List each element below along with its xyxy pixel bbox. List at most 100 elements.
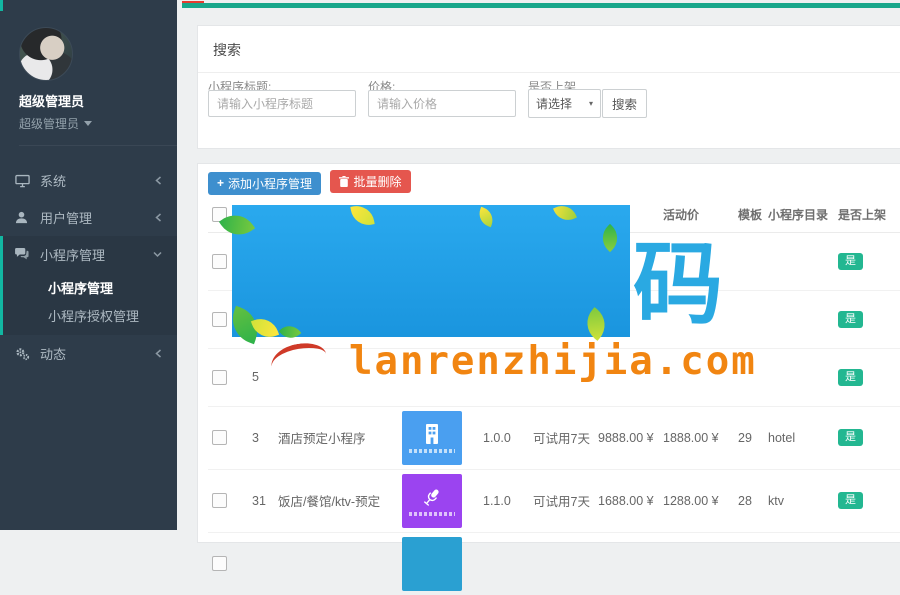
row-checkbox-cell bbox=[208, 406, 248, 469]
column-header: 是否上架 bbox=[834, 198, 900, 233]
user-panel: 超级管理员 超级管理员 bbox=[0, 0, 177, 146]
cell-price bbox=[594, 290, 659, 348]
table-panel: +添加小程序管理 批量删除 ID小程序标题展示图片版本号体验天数价格活动价模板小… bbox=[197, 163, 900, 543]
sidebar-subitem-miniprogram-management[interactable]: 小程序管理 bbox=[0, 273, 177, 301]
column-header: 版本号 bbox=[479, 198, 529, 233]
column-header: 活动价 bbox=[659, 198, 734, 233]
cell-days bbox=[529, 290, 594, 348]
cell-title: 酒店预定小程序 bbox=[274, 406, 396, 469]
thumbnail-caption bbox=[409, 512, 455, 516]
search-panel-title: 搜索 bbox=[198, 26, 900, 73]
cell-id: 31 bbox=[248, 469, 274, 532]
listed-badge: 是 bbox=[838, 253, 863, 270]
cell-directory bbox=[764, 232, 834, 290]
batch-delete-button[interactable]: 批量删除 bbox=[330, 170, 410, 193]
cell-days bbox=[529, 348, 594, 406]
listed-select[interactable]: 请选择 ▾ bbox=[528, 89, 601, 118]
row-checkbox[interactable] bbox=[212, 493, 227, 508]
chevron-left-icon bbox=[155, 213, 162, 222]
delete-button-label: 批量删除 bbox=[353, 173, 401, 190]
cell-version bbox=[479, 232, 529, 290]
cell-template bbox=[734, 532, 764, 595]
table-row: 是28 bbox=[208, 290, 900, 348]
select-all-checkbox[interactable] bbox=[212, 207, 227, 222]
column-header: 模板 bbox=[734, 198, 764, 233]
comments-icon bbox=[15, 248, 40, 261]
column-header: 小程序目录 bbox=[764, 198, 834, 233]
miniprogram-thumbnail bbox=[402, 537, 462, 591]
row-checkbox-cell bbox=[208, 532, 248, 595]
cell-listed: 是 bbox=[834, 290, 900, 348]
caret-down-icon: ▾ bbox=[589, 99, 593, 108]
sidebar-item-label: 系统 bbox=[40, 171, 66, 190]
cell-days bbox=[529, 232, 594, 290]
sidebar-section-miniprogram: 小程序管理 小程序管理 小程序授权管理 bbox=[0, 236, 177, 335]
row-checkbox-cell bbox=[208, 290, 248, 348]
row-checkbox-cell bbox=[208, 348, 248, 406]
caret-down-icon bbox=[84, 121, 92, 126]
sidebar-accent-strip bbox=[0, 0, 3, 11]
user-avatar bbox=[19, 27, 73, 81]
column-header: 小程序标题 bbox=[274, 198, 396, 233]
cell-template bbox=[734, 290, 764, 348]
row-checkbox[interactable] bbox=[212, 312, 227, 327]
cell-id: 5 bbox=[248, 348, 274, 406]
listed-select-value: 请选择 bbox=[536, 95, 572, 112]
row-checkbox[interactable] bbox=[212, 370, 227, 385]
row-checkbox[interactable] bbox=[212, 254, 227, 269]
title-search-input[interactable] bbox=[208, 90, 356, 117]
sidebar-item-system[interactable]: 系统 bbox=[0, 162, 177, 199]
cell-listed bbox=[834, 532, 900, 595]
cogs-icon bbox=[15, 347, 40, 361]
cell-template: 29 bbox=[734, 406, 764, 469]
table-row: 3酒店预定小程序1.0.0可试用7天9888.00 ¥1888.00 ¥29ho… bbox=[208, 406, 900, 469]
cell-price: 9888.00 ¥ bbox=[594, 406, 659, 469]
search-panel: 搜索 小程序标题: 价格: 是否上架 请选择 ▾ 搜索 bbox=[197, 25, 900, 149]
sidebar-subitem-label: 小程序授权管理 bbox=[48, 306, 139, 325]
cell-id bbox=[248, 290, 274, 348]
cell-price bbox=[594, 232, 659, 290]
sidebar-item-dynamics[interactable]: 动态 bbox=[0, 335, 177, 372]
table-row: 31饭店/餐馆/ktv-预定1.1.0可试用7天1688.00 ¥1288.00… bbox=[208, 469, 900, 532]
cell-title bbox=[274, 290, 396, 348]
miniprogram-table: ID小程序标题展示图片版本号体验天数价格活动价模板小程序目录是否上架排序 是 29… bbox=[208, 198, 900, 595]
cell-listed: 是 bbox=[834, 348, 900, 406]
cell-directory bbox=[764, 290, 834, 348]
table-header-row: ID小程序标题展示图片版本号体验天数价格活动价模板小程序目录是否上架排序 bbox=[208, 198, 900, 233]
sidebar-subitem-miniprogram-auth-management[interactable]: 小程序授权管理 bbox=[0, 301, 177, 329]
column-header: 体验天数 bbox=[529, 198, 594, 233]
column-header: ID bbox=[248, 198, 274, 233]
cell-id bbox=[248, 532, 274, 595]
cell-version bbox=[479, 290, 529, 348]
search-button-label: 搜索 bbox=[612, 94, 637, 113]
cell-image bbox=[396, 348, 479, 406]
cell-template bbox=[734, 348, 764, 406]
cell-directory: hotel bbox=[764, 406, 834, 469]
cell-version: 1.1.0 bbox=[479, 469, 529, 532]
cell-directory: ktv bbox=[764, 469, 834, 532]
search-button[interactable]: 搜索 bbox=[602, 89, 647, 118]
listed-badge: 是 bbox=[838, 311, 863, 328]
add-miniprogram-button[interactable]: +添加小程序管理 bbox=[208, 172, 321, 195]
price-search-input[interactable] bbox=[368, 90, 516, 117]
cell-template: 28 bbox=[734, 469, 764, 532]
sidebar-menu: 系统 用户管理 小程序管理 bbox=[0, 162, 177, 372]
sidebar: 超级管理员 超级管理员 系统 用户管理 bbox=[0, 0, 177, 530]
row-checkbox[interactable] bbox=[212, 430, 227, 445]
row-checkbox-cell bbox=[208, 469, 248, 532]
desktop-icon bbox=[15, 174, 40, 188]
main-content: 搜索 小程序标题: 价格: 是否上架 请选择 ▾ 搜索 +添加小程序管理 批量删… bbox=[177, 0, 900, 530]
sidebar-item-miniprogram-management[interactable]: 小程序管理 bbox=[0, 236, 177, 273]
sidebar-item-user-management[interactable]: 用户管理 bbox=[0, 199, 177, 236]
user-role-dropdown[interactable]: 超级管理员 bbox=[19, 115, 177, 132]
row-checkbox[interactable] bbox=[212, 556, 227, 571]
user-role-label: 超级管理员 bbox=[19, 115, 79, 132]
cell-image bbox=[396, 290, 479, 348]
listed-badge: 是 bbox=[838, 492, 863, 509]
chevron-left-icon bbox=[155, 176, 162, 185]
table-row bbox=[208, 532, 900, 595]
user-icon bbox=[15, 211, 40, 224]
cell-listed: 是 bbox=[834, 406, 900, 469]
sidebar-item-label: 用户管理 bbox=[40, 208, 92, 227]
cell-activity-price bbox=[659, 348, 734, 406]
